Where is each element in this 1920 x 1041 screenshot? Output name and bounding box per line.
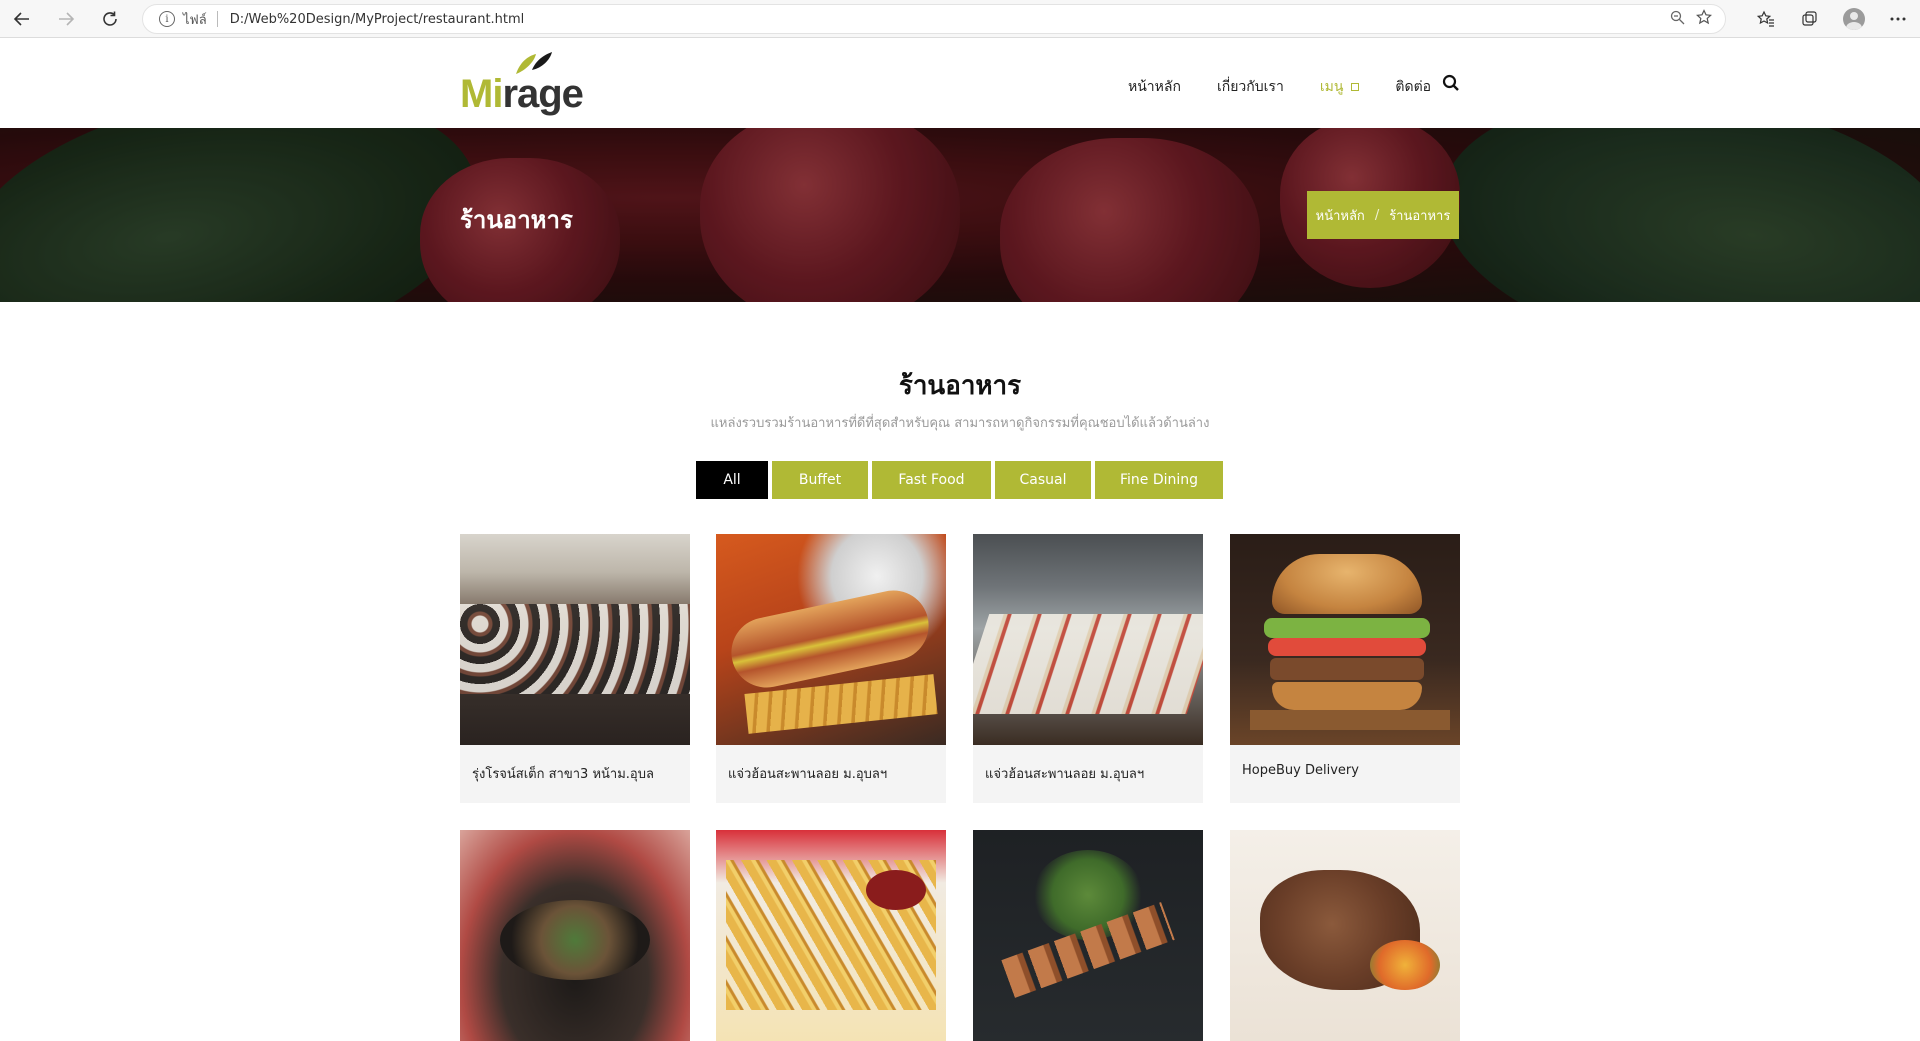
photo-detail: [1268, 638, 1426, 656]
restaurant-photo[interactable]: [460, 830, 690, 1041]
avatar: [1843, 8, 1865, 30]
restaurant-name: แจ่วฮ้อนสะพานลอย ม.อุบลฯ: [728, 767, 888, 782]
dropdown-icon: [1351, 83, 1360, 91]
photo-detail: [1272, 554, 1422, 614]
breadcrumb-current: ร้านอาหาร: [1389, 208, 1451, 224]
favorites-star-icon: [1757, 10, 1774, 27]
restaurant-name: HopeBuy Delivery: [1242, 763, 1359, 778]
address-divider: [216, 11, 218, 27]
url-text[interactable]: D:/Web%20Design/MyProject/restaurant.htm…: [230, 12, 525, 27]
filter-fast-food[interactable]: Fast Food: [872, 461, 991, 499]
address-bar[interactable]: i ไฟล์ D:/Web%20Design/MyProject/restaur…: [142, 4, 1726, 34]
restaurant-name: รุ่งโรจน์สเต็ก สาขา3 หน้าม.อุบล: [472, 767, 654, 782]
logo-suffix: rage: [502, 72, 583, 116]
restaurant-card[interactable]: แจ่วฮ้อนสะพานลอย ม.อุบลฯ: [973, 534, 1203, 803]
site-header: Mirage หน้าหลัก เกี่ยวกับเรา เมนู ติดต่อ: [0, 38, 1920, 128]
photo-detail: [973, 614, 1203, 714]
breadcrumb-separator: /: [1374, 207, 1380, 223]
more-dots-icon: [1890, 17, 1906, 21]
restaurant-photo[interactable]: [1230, 534, 1460, 745]
url-scheme-label: ไฟล์: [183, 12, 207, 28]
arrow-right-icon: [59, 11, 75, 26]
breadcrumb-home-link[interactable]: หน้าหลัก: [1316, 205, 1365, 226]
nav-menu-label: เมนู: [1319, 79, 1344, 95]
restaurant-card[interactable]: HopeBuy Delivery: [1230, 534, 1460, 803]
photo-detail: [866, 870, 926, 910]
section-subtitle: แหล่งรวบรวมร้านอาหารที่ดีที่สุดสำหรับคุณ…: [710, 416, 1210, 431]
forward-button[interactable]: [44, 0, 88, 38]
restaurant-card[interactable]: รุ่งโรจน์สเต็ก สาขา3 หน้าม.อุบล: [460, 534, 690, 803]
nav-home[interactable]: หน้าหลัก: [1128, 76, 1181, 98]
arrow-left-icon: [13, 11, 29, 26]
restaurant-photo[interactable]: [973, 830, 1203, 1041]
nav-menu[interactable]: เมนู: [1320, 76, 1360, 98]
collections-button[interactable]: [1788, 0, 1832, 38]
photo-detail: [1370, 940, 1440, 990]
filter-all[interactable]: All: [696, 461, 768, 499]
photo-detail: [1272, 682, 1422, 710]
photo-detail: [460, 604, 690, 694]
filter-buffet[interactable]: Buffet: [772, 461, 868, 499]
search-icon[interactable]: [1442, 74, 1460, 92]
nav-about[interactable]: เกี่ยวกับเรา: [1217, 76, 1284, 98]
collections-icon: [1802, 11, 1817, 26]
page-title: ร้านอาหาร: [460, 206, 573, 234]
hero-overlay: [0, 128, 1920, 302]
favorites-button[interactable]: [1744, 0, 1788, 38]
photo-detail: [500, 900, 650, 980]
restaurant-name: แจ่วฮ้อนสะพานลอย ม.อุบลฯ: [985, 767, 1145, 782]
restaurant-photo[interactable]: [716, 534, 946, 745]
zoom-icon[interactable]: [1670, 10, 1685, 29]
hero-banner: ร้านอาหาร หน้าหลัก / ร้านอาหาร: [0, 128, 1920, 302]
back-button[interactable]: [0, 0, 44, 38]
photo-detail: [1270, 658, 1424, 680]
logo-wordmark: Mirage: [460, 72, 584, 117]
refresh-icon: [103, 11, 117, 26]
category-filters: All Buffet Fast Food Casual Fine Dining: [696, 461, 1227, 499]
restaurant-card[interactable]: [973, 830, 1203, 1041]
site-logo[interactable]: Mirage: [460, 52, 584, 117]
restaurant-photo[interactable]: [716, 830, 946, 1041]
restaurant-card[interactable]: [716, 830, 946, 1041]
refresh-button[interactable]: [88, 0, 132, 38]
restaurant-photo[interactable]: [460, 534, 690, 745]
breadcrumb: หน้าหลัก / ร้านอาหาร: [1307, 191, 1459, 239]
restaurant-photo[interactable]: [1230, 830, 1460, 1041]
photo-detail: [1250, 710, 1450, 730]
restaurant-card[interactable]: แจ่วฮ้อนสะพานลอย ม.อุบลฯ: [716, 534, 946, 803]
info-icon[interactable]: i: [159, 11, 175, 27]
filter-fine-dining[interactable]: Fine Dining: [1095, 461, 1223, 499]
section-title: ร้านอาหาร: [898, 371, 1022, 401]
profile-button[interactable]: [1832, 0, 1876, 38]
restaurant-card[interactable]: [460, 830, 690, 1041]
main-nav: หน้าหลัก เกี่ยวกับเรา เมนู ติดต่อ: [1128, 76, 1467, 98]
logo-prefix: Mi: [460, 72, 503, 116]
restaurant-photo[interactable]: [973, 534, 1203, 745]
more-menu-button[interactable]: [1876, 0, 1920, 38]
nav-contact[interactable]: ติดต่อ: [1395, 76, 1431, 98]
photo-detail: [1264, 618, 1430, 638]
add-favorite-icon[interactable]: [1696, 8, 1713, 30]
filter-casual[interactable]: Casual: [995, 461, 1091, 499]
restaurant-card[interactable]: [1230, 830, 1460, 1041]
browser-actions: [1744, 0, 1920, 38]
